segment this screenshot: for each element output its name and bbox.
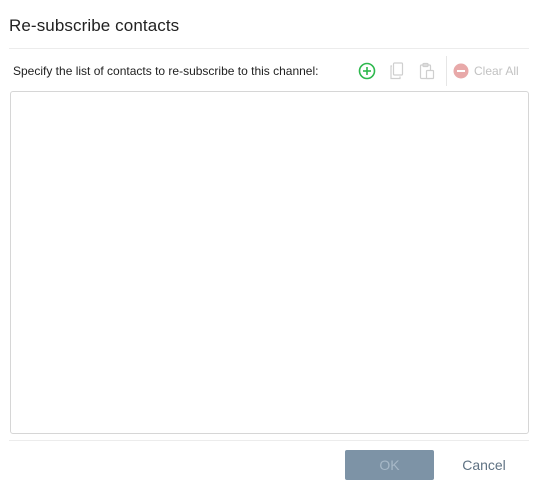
clear-all-button[interactable]: Clear All	[453, 58, 519, 84]
cancel-button[interactable]: Cancel	[449, 450, 519, 480]
plus-circle-icon	[358, 62, 376, 80]
dialog-title: Re-subscribe contacts	[9, 16, 180, 35]
toolbar-divider	[446, 56, 447, 86]
contacts-list[interactable]	[10, 91, 529, 434]
clear-all-label: Clear All	[474, 64, 519, 78]
instruction-text: Specify the list of contacts to re-subsc…	[13, 64, 319, 78]
minus-circle-icon	[453, 63, 469, 79]
paste-button[interactable]	[412, 58, 442, 84]
footer-divider	[9, 440, 529, 441]
copy-button[interactable]	[382, 58, 412, 84]
paste-icon	[419, 62, 435, 80]
title-divider	[9, 48, 529, 49]
re-subscribe-dialog: Re-subscribe contacts Specify the list o…	[0, 0, 538, 492]
contacts-toolbar: Clear All	[352, 56, 519, 86]
copy-icon	[390, 62, 404, 80]
add-contact-button[interactable]	[352, 58, 382, 84]
ok-button[interactable]: OK	[345, 450, 434, 480]
